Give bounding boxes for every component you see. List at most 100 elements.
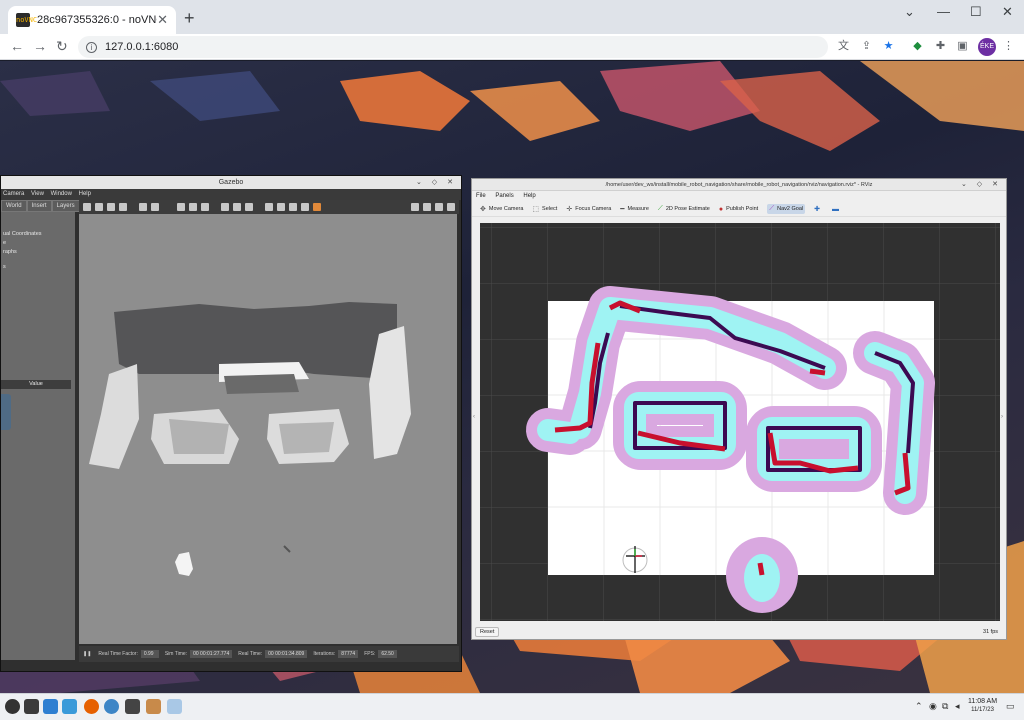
back-arrow-icon[interactable]: ← bbox=[10, 38, 24, 54]
rviz-menu-file[interactable]: File bbox=[476, 193, 486, 199]
rviz-menu-panels[interactable]: Panels bbox=[495, 193, 513, 199]
tool-measure[interactable]: ━ Measure bbox=[620, 205, 649, 213]
volume-icon[interactable]: ◂ bbox=[955, 701, 960, 712]
cylinder-shape-icon[interactable] bbox=[201, 203, 209, 211]
translate-mode-icon[interactable] bbox=[95, 203, 103, 211]
puzzle-extensions-icon[interactable]: ✚ bbox=[934, 40, 947, 53]
ruler-icon: ━ bbox=[620, 206, 625, 213]
spot-light-icon[interactable] bbox=[233, 203, 241, 211]
extension-green-icon[interactable]: ◆ bbox=[911, 40, 924, 53]
gazebo-menu-help[interactable]: Help bbox=[79, 191, 91, 197]
rviz-3d-viewport[interactable] bbox=[480, 223, 1000, 621]
gazebo-tab-layers[interactable]: Layers bbox=[51, 200, 80, 212]
tool-move-camera[interactable]: ✥ Move Camera bbox=[480, 205, 523, 213]
gazebo-menu-view[interactable]: View bbox=[31, 191, 44, 197]
add-tool-button[interactable]: ✚ bbox=[814, 205, 823, 213]
package-app-icon[interactable] bbox=[146, 699, 161, 714]
gazebo-titlebar[interactable]: Gazebo ⌄ ◇ ✕ bbox=[1, 176, 461, 189]
right-panel-toggle-icon[interactable]: › bbox=[1001, 414, 1003, 420]
record-video-icon[interactable] bbox=[447, 203, 455, 211]
tool-nav2-goal[interactable]: ⟋ Nav2 Goal bbox=[767, 204, 806, 214]
minimize-button[interactable]: — bbox=[937, 4, 950, 19]
point-light-icon[interactable] bbox=[221, 203, 229, 211]
monitor-app-icon[interactable] bbox=[125, 699, 140, 714]
view-angle-icon[interactable] bbox=[313, 203, 321, 211]
redo-icon[interactable] bbox=[151, 203, 159, 211]
tree-item[interactable]: s bbox=[3, 263, 73, 272]
rviz-titlebar[interactable]: /home/user/dev_ws/install/mobile_robot_n… bbox=[472, 179, 1006, 191]
tool-label: 2D Pose Estimate bbox=[665, 206, 710, 212]
align-icon[interactable] bbox=[289, 203, 297, 211]
tray-expand-icon[interactable]: ⌃ bbox=[915, 701, 923, 712]
copy-icon[interactable] bbox=[265, 203, 273, 211]
gazebo-3d-viewport[interactable] bbox=[79, 214, 457, 644]
log-icon[interactable] bbox=[423, 203, 431, 211]
share-icon[interactable]: ⇪ bbox=[860, 40, 873, 53]
folder-app-icon[interactable] bbox=[62, 699, 77, 714]
snap-icon[interactable] bbox=[301, 203, 309, 211]
show-desktop-icon[interactable]: ▭ bbox=[1006, 701, 1015, 712]
close-window-button[interactable]: ✕ bbox=[1002, 4, 1013, 20]
scale-mode-icon[interactable] bbox=[119, 203, 127, 211]
tool-focus-camera[interactable]: ✛ Focus Camera bbox=[566, 205, 611, 213]
directional-light-icon[interactable] bbox=[245, 203, 253, 211]
tool-label: Nav2 Goal bbox=[777, 206, 804, 212]
costmap-render bbox=[480, 223, 1000, 621]
rviz-toolbar: ✥ Move Camera ⬚ Select ✛ Focus Camera ━ Meas… bbox=[472, 202, 1006, 217]
rviz-window-controls[interactable]: ⌄ ◇ ✕ bbox=[961, 179, 1002, 191]
system-clock[interactable]: 11:08 AM 11/17/23 bbox=[968, 697, 997, 715]
url-input[interactable]: i 127.0.0.1:6080 bbox=[78, 36, 828, 58]
reload-icon[interactable]: ↻ bbox=[56, 38, 68, 55]
screenshot-icon[interactable] bbox=[411, 203, 419, 211]
box-shape-icon[interactable] bbox=[177, 203, 185, 211]
more-menu-icon[interactable]: ⋮ bbox=[1002, 40, 1015, 53]
panel-collapse-handle[interactable] bbox=[1, 394, 11, 430]
browser-tab[interactable]: noVNC 28c967355326:0 - noVNC ✕ bbox=[8, 6, 176, 34]
firefox-icon[interactable] bbox=[84, 699, 99, 714]
network-icon[interactable]: ⧉ bbox=[942, 701, 948, 712]
maximize-button[interactable]: ☐ bbox=[970, 4, 982, 20]
gazebo-tab-world[interactable]: World bbox=[1, 200, 27, 212]
tab-title: 28c967355326:0 - noVNC bbox=[37, 14, 158, 26]
terminal-app-icon[interactable] bbox=[24, 699, 39, 714]
bookmark-star-icon[interactable]: ★ bbox=[882, 40, 895, 53]
tree-item[interactable]: raphs bbox=[3, 248, 73, 257]
tab-search-chevron-icon[interactable]: ⌄ bbox=[904, 4, 915, 20]
gazebo-menu-camera[interactable]: Camera bbox=[3, 191, 24, 197]
minus-icon: ▬ bbox=[831, 205, 839, 213]
gazebo-window-controls[interactable]: ⌄ ◇ ✕ bbox=[416, 176, 457, 189]
tree-item[interactable]: e bbox=[3, 239, 73, 248]
new-tab-button[interactable]: + bbox=[184, 8, 195, 29]
tree-item[interactable]: ual Coordinates bbox=[3, 230, 73, 239]
tool-label: Select bbox=[542, 206, 558, 212]
pin-icon: ● bbox=[718, 205, 724, 213]
start-menu-icon[interactable] bbox=[5, 699, 20, 714]
select-icon: ⬚ bbox=[532, 206, 540, 213]
browser-globe-icon[interactable] bbox=[104, 699, 119, 714]
gazebo-menu-window[interactable]: Window bbox=[51, 191, 72, 197]
undo-icon[interactable] bbox=[139, 203, 147, 211]
gazebo-tab-insert[interactable]: Insert bbox=[26, 200, 52, 212]
tab-close-icon[interactable]: ✕ bbox=[157, 12, 168, 28]
forward-arrow-icon[interactable]: → bbox=[33, 38, 47, 54]
select-arrow-icon[interactable] bbox=[83, 203, 91, 211]
pause-icon[interactable]: ❚❚ bbox=[83, 651, 91, 657]
side-panel-icon[interactable]: ▣ bbox=[956, 40, 969, 53]
paste-icon[interactable] bbox=[277, 203, 285, 211]
tool-publish-point[interactable]: ● Publish Point bbox=[719, 206, 758, 213]
translate-icon[interactable]: 文 bbox=[837, 40, 850, 53]
files-app-icon[interactable] bbox=[43, 699, 58, 714]
profile-avatar[interactable]: ÉKE bbox=[978, 38, 996, 56]
left-panel-toggle-icon[interactable]: ‹ bbox=[473, 414, 475, 420]
site-info-icon[interactable]: i bbox=[86, 41, 97, 53]
rviz-menu-help[interactable]: Help bbox=[523, 193, 535, 199]
sphere-shape-icon[interactable] bbox=[189, 203, 197, 211]
rotate-mode-icon[interactable] bbox=[107, 203, 115, 211]
remove-tool-button[interactable]: ▬ bbox=[832, 206, 842, 213]
active-window-icon[interactable] bbox=[167, 699, 182, 714]
tool-select[interactable]: ⬚ Select bbox=[532, 205, 557, 213]
plot-icon[interactable] bbox=[435, 203, 443, 211]
tray-app-icon[interactable]: ◉ bbox=[929, 701, 937, 712]
reset-button[interactable]: Reset bbox=[475, 627, 500, 637]
tool-2d-pose-estimate[interactable]: ⟋ 2D Pose Estimate bbox=[658, 205, 710, 213]
